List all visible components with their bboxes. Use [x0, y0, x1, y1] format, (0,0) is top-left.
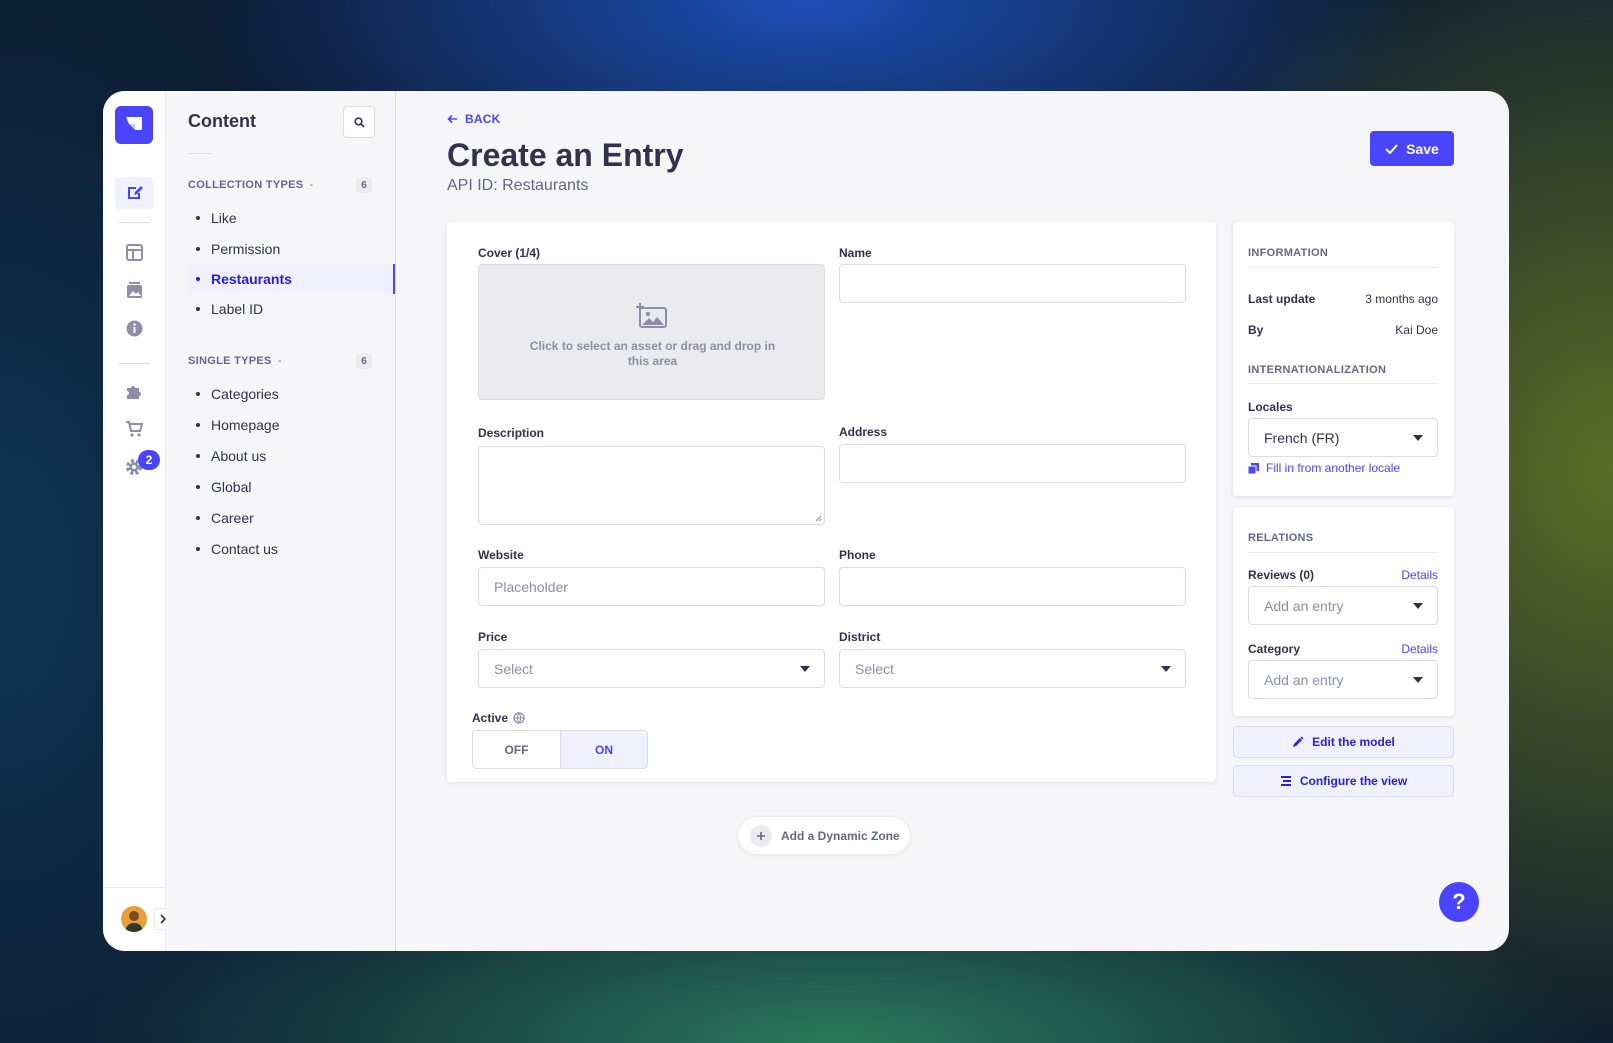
strapi-logo[interactable] — [115, 106, 153, 144]
subnav-item-about-us[interactable]: About us — [188, 441, 395, 471]
subnav-item-label-id[interactable]: Label ID — [188, 294, 395, 324]
website-input[interactable]: Placeholder — [478, 567, 825, 606]
name-input[interactable] — [839, 264, 1186, 303]
collection-types-count: 6 — [356, 177, 372, 193]
arrow-left-icon — [447, 114, 457, 124]
chevron-down-icon — [1161, 666, 1171, 672]
reviews-row: Reviews (0) Details — [1248, 568, 1438, 582]
plugins-icon[interactable] — [115, 375, 153, 407]
reviews-details-link[interactable]: Details — [1401, 568, 1438, 582]
category-row: Category Details — [1248, 642, 1438, 656]
toggle-off[interactable]: OFF — [473, 731, 560, 768]
price-select[interactable]: Select — [478, 649, 825, 688]
pencil-icon — [1293, 736, 1304, 747]
locale-select[interactable]: French (FR) — [1248, 418, 1438, 457]
website-placeholder: Placeholder — [494, 578, 568, 595]
address-label: Address — [839, 425, 888, 439]
reviews-select[interactable]: Add an entry — [1248, 586, 1438, 625]
page-title: Create an Entry — [447, 137, 684, 173]
content-manager-icon[interactable] — [115, 177, 153, 209]
chevron-down-icon — [800, 666, 810, 672]
list-icon — [1280, 776, 1291, 786]
search-icon — [353, 116, 365, 128]
api-id: API ID: Restaurants — [447, 177, 589, 194]
subnav-item-global[interactable]: Global — [188, 472, 395, 502]
subnav-item-like[interactable]: Like — [188, 203, 395, 233]
locales-label: Locales — [1248, 400, 1293, 414]
subnav-item-career[interactable]: Career — [188, 503, 395, 533]
subnav-item-categories[interactable]: Categories — [188, 379, 395, 409]
category-select[interactable]: Add an entry — [1248, 660, 1438, 699]
chevron-down-icon — [1413, 603, 1423, 609]
author-row: By Kai Doe — [1248, 323, 1438, 337]
information-panel: INFORMATION Last update 3 months ago By Ka… — [1233, 222, 1454, 496]
layout-icon[interactable] — [115, 236, 153, 268]
back-link[interactable]: BACK — [447, 112, 500, 126]
cover-label: Cover (1/4) — [478, 246, 541, 260]
globe-icon — [513, 712, 525, 724]
description-label: Description — [478, 426, 545, 440]
plus-icon — [750, 824, 772, 847]
single-types-toggle[interactable]: SINGLE TYPES - — [188, 355, 282, 367]
active-label: Active — [472, 711, 525, 725]
content-subnav: Content COLLECTION TYPES - 6 Like Permiss… — [166, 91, 396, 951]
district-select[interactable]: Select — [839, 649, 1186, 688]
main-nav: 2 — [103, 91, 172, 951]
category-details-link[interactable]: Details — [1401, 642, 1438, 656]
chevron-down-icon — [1413, 435, 1423, 441]
subnav-item-permission[interactable]: Permission — [188, 234, 395, 264]
phone-input[interactable] — [839, 567, 1186, 606]
check-icon — [1385, 143, 1398, 154]
phone-label: Phone — [839, 548, 876, 562]
relations-heading: RELATIONS — [1248, 532, 1314, 544]
image-add-icon — [636, 303, 667, 328]
dropzone-text: Click to select an asset or drag and dro… — [529, 339, 776, 368]
district-label: District — [839, 630, 881, 644]
address-input[interactable] — [839, 444, 1186, 483]
cover-dropzone[interactable]: Click to select an asset or drag and dro… — [478, 264, 825, 400]
app-window: 2 Content COLLECTION TYPES - 6 Like Permi… — [103, 91, 1509, 951]
collection-types-toggle[interactable]: COLLECTION TYPES - — [188, 179, 313, 191]
entry-form: Cover (1/4) Click to select an asset or … — [447, 222, 1216, 782]
marketplace-icon[interactable] — [115, 413, 153, 445]
toggle-on[interactable]: ON — [560, 731, 647, 768]
relations-panel: RELATIONS Reviews (0) Details Add an ent… — [1233, 507, 1454, 716]
avatar[interactable] — [121, 906, 147, 932]
search-button[interactable] — [343, 106, 375, 138]
last-update-row: Last update 3 months ago — [1248, 292, 1438, 306]
help-button[interactable]: ? — [1439, 882, 1479, 922]
price-label: Price — [478, 630, 508, 644]
subnav-item-homepage[interactable]: Homepage — [188, 410, 395, 440]
configure-view-button[interactable]: Configure the view — [1233, 765, 1454, 797]
add-dynamic-zone-button[interactable]: Add a Dynamic Zone — [737, 816, 911, 855]
information-heading: INFORMATION — [1248, 247, 1329, 259]
subnav-item-restaurants[interactable]: Restaurants — [188, 264, 395, 294]
active-toggle[interactable]: OFF ON — [472, 730, 648, 769]
info-icon[interactable] — [115, 312, 153, 344]
single-types-count: 6 — [356, 353, 372, 369]
subnav-title: Content — [188, 111, 256, 131]
edit-model-button[interactable]: Edit the model — [1233, 726, 1454, 758]
settings-badge: 2 — [138, 450, 160, 470]
chevron-down-icon — [1413, 677, 1423, 683]
duplicate-icon — [1248, 462, 1259, 474]
website-label: Website — [478, 548, 524, 562]
media-library-icon[interactable] — [115, 274, 153, 306]
name-label: Name — [839, 246, 872, 260]
fill-in-locale-link[interactable]: Fill in from another locale — [1248, 461, 1400, 475]
subnav-item-contact-us[interactable]: Contact us — [188, 534, 395, 564]
save-button[interactable]: Save — [1370, 131, 1454, 166]
resize-handle-icon — [815, 515, 822, 522]
description-textarea[interactable] — [478, 446, 825, 525]
i18n-heading: INTERNATIONALIZATION — [1248, 364, 1387, 376]
